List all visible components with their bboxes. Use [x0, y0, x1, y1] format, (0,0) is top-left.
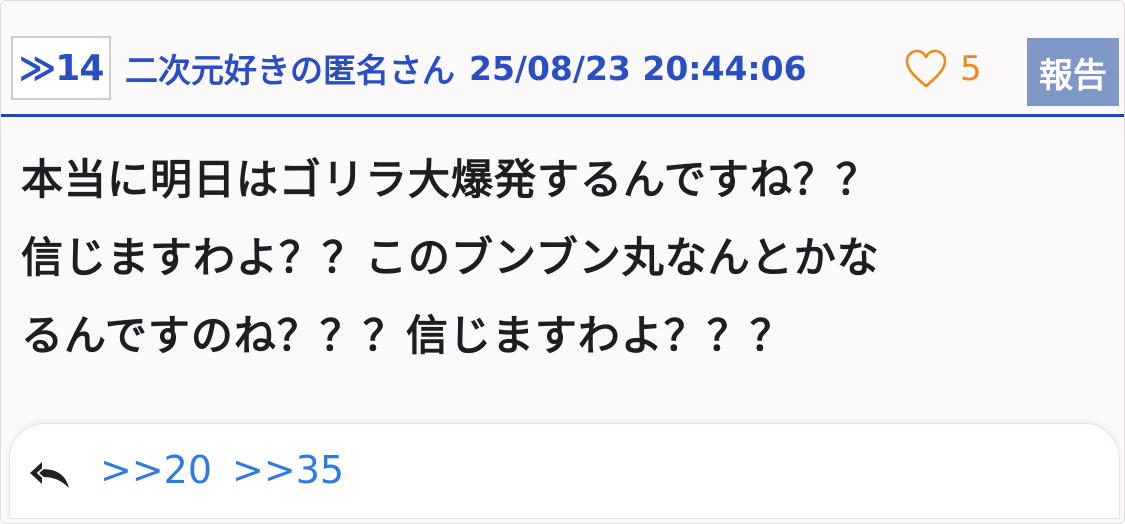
like-count: 5 — [960, 49, 982, 89]
reply-anchor-link[interactable]: >>35 — [232, 448, 344, 492]
post-body-line: 本当に明日はゴリラ大爆発するんですね？？ — [21, 155, 879, 204]
post-body: 本当に明日はゴリラ大爆発するんですね？？ 信じますわよ？？このブンブン丸なんとか… — [21, 141, 1111, 375]
heart-outline-icon — [905, 49, 947, 88]
post-body-line: 信じますわよ？？このブンブン丸なんとかな — [21, 233, 880, 282]
report-button[interactable]: 報告 — [1027, 38, 1119, 106]
post-header: ≫14 二次元好きの匿名さん 25/08/23 20:44:06 5 報告 — [1, 1, 1124, 117]
like-button[interactable]: 5 — [904, 45, 982, 93]
author-name: 二次元好きの匿名さん — [125, 51, 455, 90]
post-body-line: るんですのね？？？信じますわよ？？？ — [21, 311, 793, 360]
reply-arrow-icon[interactable] — [28, 458, 72, 490]
replies-footer: >>20 >>35 — [9, 423, 1120, 519]
post-card: ≫14 二次元好きの匿名さん 25/08/23 20:44:06 5 報告 本当… — [0, 0, 1125, 524]
reply-anchor-link[interactable]: >>20 — [100, 448, 212, 492]
post-number-button[interactable]: ≫14 — [11, 36, 111, 100]
reply-anchors: >>20 >>35 — [100, 448, 344, 492]
post-datetime: 25/08/23 20:44:06 — [469, 48, 807, 88]
author-line: 二次元好きの匿名さん 25/08/23 20:44:06 — [125, 41, 807, 95]
